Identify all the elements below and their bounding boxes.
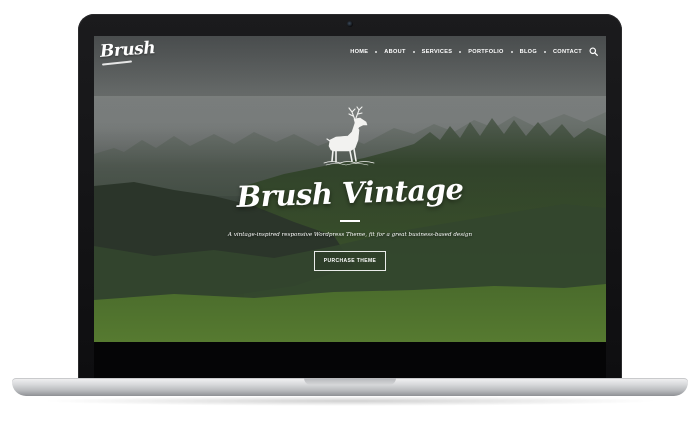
base-shadow (40, 396, 660, 406)
search-icon[interactable] (589, 47, 598, 56)
top-navigation: Brush HOME ABOUT SERVICES PORTFOLIO BLOG… (94, 36, 606, 70)
menu-separator-dot (412, 51, 415, 53)
nav-item-label: PORTFOLIO (468, 49, 504, 55)
nav-item-label: CONTACT (552, 49, 582, 55)
nav-item-label: ABOUT (384, 49, 406, 55)
purchase-theme-button[interactable]: PURCHASE THEME (314, 251, 386, 271)
menu-separator-dot (459, 51, 462, 53)
laptop-screen: Brush HOME ABOUT SERVICES PORTFOLIO BLOG… (94, 36, 606, 342)
nav-item-label: SERVICES (421, 49, 453, 55)
menu-separator-dot (543, 51, 546, 53)
nav-item-home[interactable]: HOME (350, 49, 384, 55)
nav-item-portfolio[interactable]: PORTFOLIO (468, 49, 519, 55)
nav-item-contact[interactable]: CONTACT (553, 49, 582, 55)
nav-item-services[interactable]: SERVICES (422, 49, 469, 55)
screen-bottom-bezel (94, 342, 606, 378)
laptop-mockup: Brush HOME ABOUT SERVICES PORTFOLIO BLOG… (0, 0, 700, 426)
hero-tagline: A vintage-inspired responsive Wordpress … (227, 232, 473, 238)
main-menu: HOME ABOUT SERVICES PORTFOLIO BLOG CONTA… (350, 49, 582, 55)
nav-item-about[interactable]: ABOUT (384, 49, 421, 55)
deer-icon (323, 106, 375, 166)
nav-item-label: BLOG (519, 49, 537, 55)
nav-item-blog[interactable]: BLOG (520, 49, 553, 55)
nav-item-label: HOME (350, 49, 369, 55)
site-logo[interactable]: Brush (99, 38, 155, 62)
title-divider (340, 220, 360, 222)
menu-separator-dot (375, 51, 378, 53)
menu-separator-dot (510, 51, 513, 53)
camera-icon (347, 21, 353, 27)
lid-notch (304, 378, 396, 385)
